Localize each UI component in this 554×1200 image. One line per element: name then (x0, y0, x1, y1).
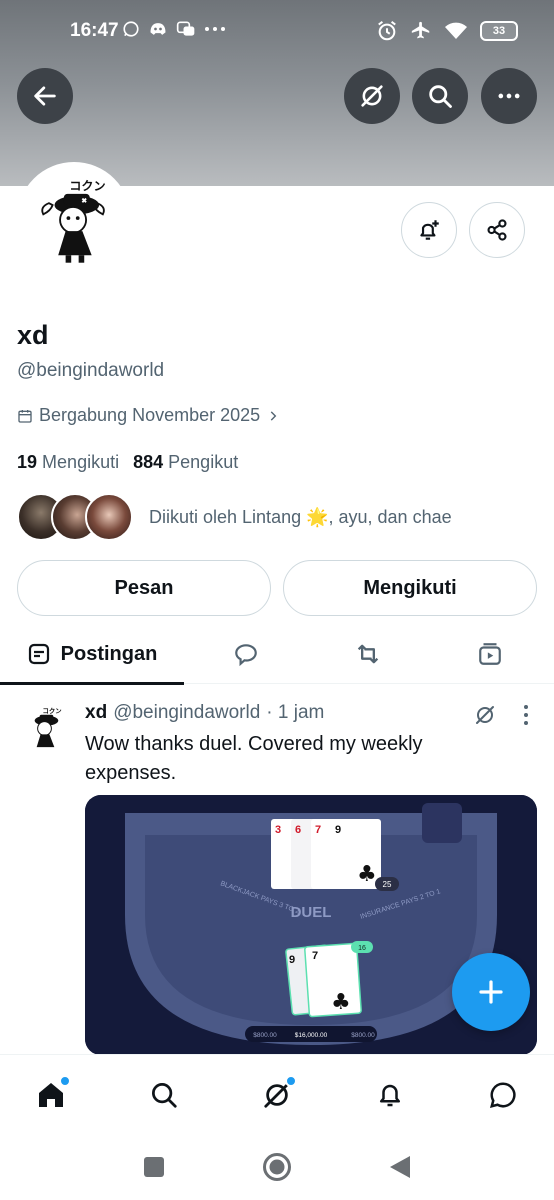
svg-text:コクン: コクン (43, 706, 63, 715)
tab-posts[interactable]: Postingan (0, 624, 184, 685)
nav-notifications[interactable] (370, 1075, 410, 1115)
player-total: 16 (358, 945, 366, 952)
post-author-avatar[interactable]: コクン (17, 700, 73, 756)
profile-tabs: Postingan (0, 624, 554, 685)
recent-apps-icon[interactable] (143, 1156, 165, 1178)
followed-by-text: Diikuti oleh Lintang 🌟, ayu, dan chae (149, 506, 452, 527)
arrow-left-icon (34, 86, 56, 106)
followers-count: 884 (133, 452, 164, 472)
search-button[interactable] (412, 68, 468, 124)
following-button[interactable]: Mengikuti (283, 560, 537, 616)
following-label: Mengikuti (42, 452, 120, 472)
plus-icon (479, 980, 503, 1004)
card-value: 7 (315, 824, 321, 836)
tab-media[interactable] (452, 624, 528, 684)
dealer-cards: 3 6 7 9 ♣ 25 (271, 819, 399, 891)
tab-reposts[interactable] (330, 624, 406, 684)
system-navigation (0, 1134, 554, 1200)
search-icon (152, 1083, 177, 1108)
card-value: 7 (312, 950, 318, 962)
post-header: xd @beingindaworld · 1 jam (85, 702, 324, 724)
more-notifications-icon (205, 27, 225, 31)
chat-icon (489, 1082, 516, 1109)
table-text-center: DUEL (291, 904, 332, 921)
joined-date[interactable]: Bergabung November 2025 (17, 405, 280, 426)
dealer-total: 25 (383, 880, 392, 889)
followers-label: Pengikut (168, 452, 239, 472)
chevron-right-icon (270, 410, 277, 421)
active-tab-indicator (0, 682, 184, 685)
followed-by-row[interactable]: Diikuti oleh Lintang 🌟, ayu, dan chae (17, 493, 452, 541)
bottom-navigation (0, 1054, 554, 1134)
joined-date-label: Bergabung November 2025 (39, 405, 261, 425)
svg-text:コクン: コクン (69, 179, 105, 193)
nav-search[interactable] (144, 1075, 184, 1115)
grok-icon[interactable] (473, 703, 497, 727)
card-value: 9 (335, 824, 341, 836)
back-button[interactable] (17, 68, 73, 124)
wifi-icon (445, 22, 467, 39)
profile-name: xd (17, 320, 49, 350)
follower-avatar (85, 493, 133, 541)
repost-icon (357, 644, 379, 664)
notification-dot (285, 1075, 297, 1087)
discord-icon (150, 23, 166, 35)
svg-text:♣: ♣ (331, 990, 351, 1015)
more-options-button[interactable] (481, 68, 537, 124)
airplane-mode-icon (411, 21, 430, 39)
battery-indicator: 33 (480, 21, 518, 41)
system-icons: 33 (376, 20, 518, 42)
more-vertical-icon[interactable] (516, 703, 536, 727)
more-horizontal-icon (498, 93, 520, 99)
nav-home[interactable] (31, 1075, 71, 1115)
notification-dot (59, 1075, 71, 1087)
svg-text:♣: ♣ (357, 862, 377, 887)
followers-link[interactable]: 884 Pengikut (133, 452, 238, 473)
following-link[interactable]: 19 Mengikuti (17, 452, 119, 473)
message-button[interactable]: Pesan (17, 560, 271, 616)
following-count: 19 (17, 452, 38, 472)
home-system-icon[interactable] (262, 1152, 292, 1182)
avatar-drawing: コクン (17, 700, 73, 756)
bet-main: $16,000.00 (295, 1032, 328, 1039)
card-value: 9 (289, 954, 295, 966)
grok-button[interactable] (344, 68, 400, 124)
card-value: 6 (295, 824, 301, 836)
nav-grok[interactable] (257, 1075, 297, 1115)
bell-plus-icon (420, 220, 439, 240)
notification-icons (122, 20, 226, 38)
share-profile-button[interactable] (469, 202, 525, 258)
whatsapp-icon (123, 21, 139, 37)
card-value: 3 (275, 824, 281, 836)
follow-stats: 19 Mengikuti 884 Pengikut (17, 452, 238, 473)
posts-icon (28, 643, 49, 665)
profile-avatar[interactable]: コクン (17, 162, 131, 276)
tab-posts-label: Postingan (60, 642, 158, 665)
search-icon (429, 85, 452, 108)
tab-replies[interactable] (208, 624, 284, 684)
compose-post-button[interactable] (452, 953, 530, 1031)
reply-icon (235, 644, 257, 667)
status-bar: 16:47 33 (0, 0, 554, 62)
post-author-name[interactable]: xd (85, 702, 107, 724)
alarm-icon (378, 21, 396, 41)
post-timestamp[interactable]: · 1 jam (266, 702, 324, 724)
notification-subscribe-button[interactable] (401, 202, 457, 258)
post-author-handle[interactable]: @beingindaworld (113, 702, 260, 724)
bet-right: $800.00 (351, 1032, 375, 1039)
status-time: 16:47 (70, 20, 119, 41)
messenger-icon (176, 21, 195, 36)
share-icon (487, 219, 507, 241)
back-system-icon[interactable] (388, 1154, 412, 1180)
bet-left: $800.00 (253, 1032, 277, 1039)
nav-messages[interactable] (483, 1075, 523, 1115)
post-text: Wow thanks duel. Covered my weekly expen… (85, 733, 423, 784)
bell-icon (380, 1084, 400, 1107)
calendar-icon (18, 409, 32, 423)
profile-handle: @beingindaworld (17, 360, 165, 381)
grok-icon (361, 85, 383, 107)
avatar-drawing: コクン (21, 166, 127, 272)
media-icon (479, 643, 501, 665)
